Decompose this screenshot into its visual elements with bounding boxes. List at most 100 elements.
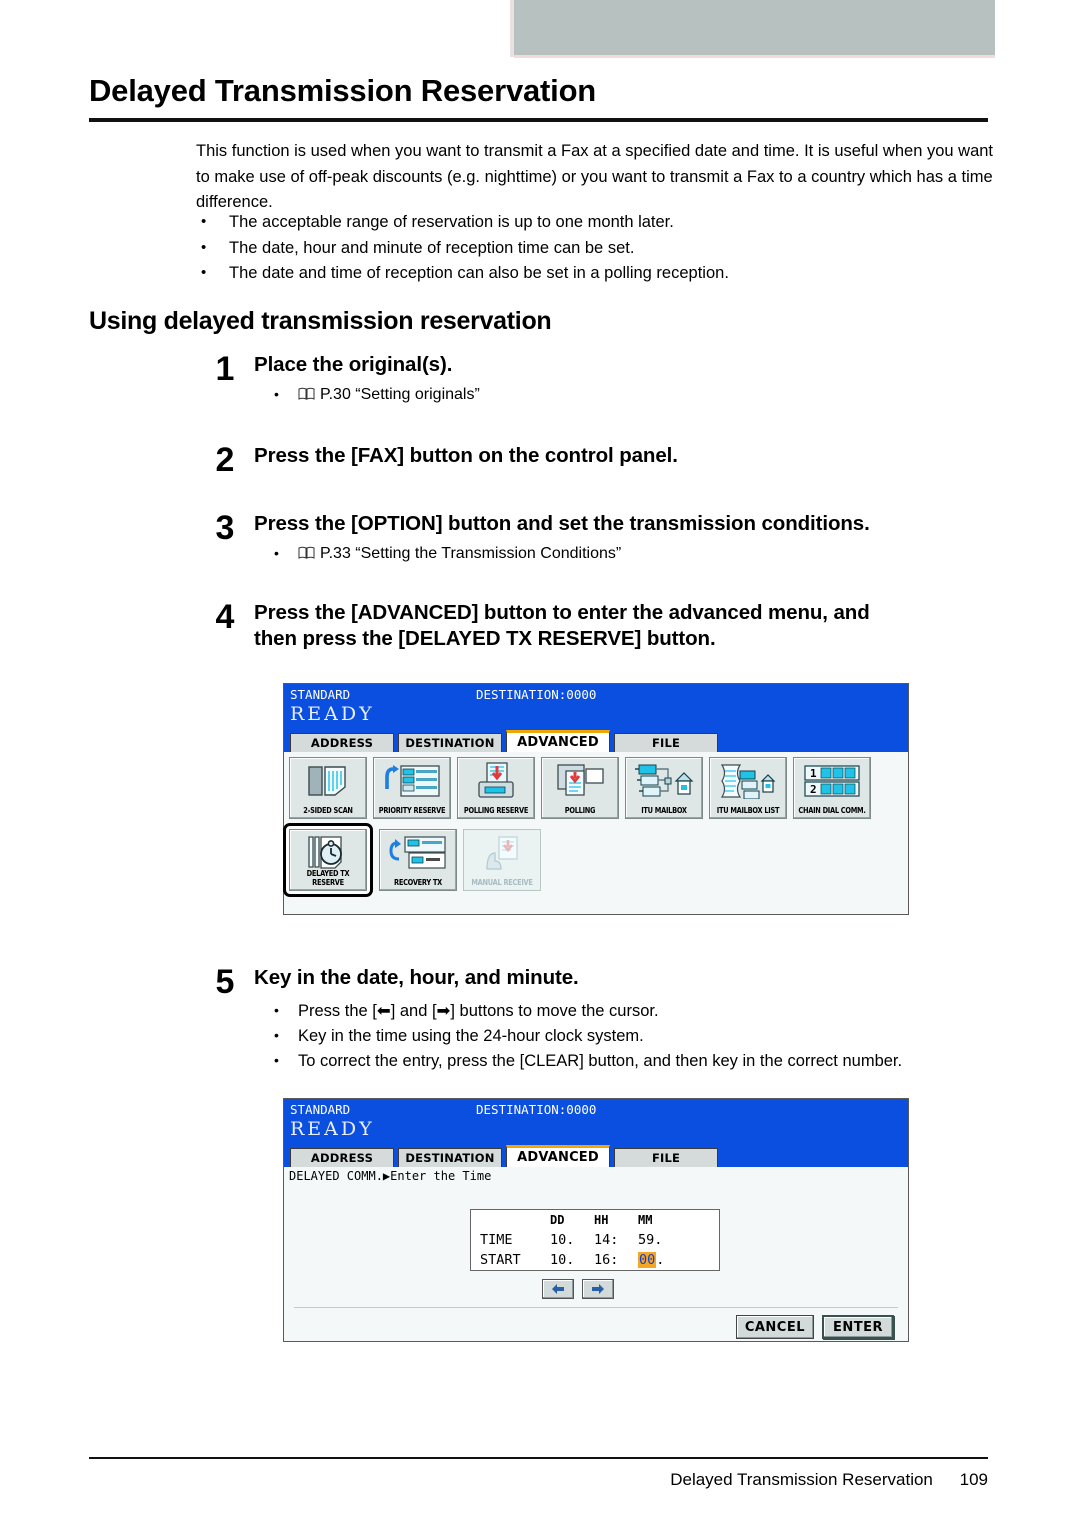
delayed-tx-reserve-icon [290, 833, 366, 873]
intro-bullet-list: The acceptable range of reservation is u… [196, 209, 996, 287]
button-two-sided-scan[interactable]: 2-SIDED SCAN [289, 757, 367, 819]
polling-reserve-icon [458, 761, 534, 801]
svg-text:1: 1 [810, 767, 817, 780]
step-reference: P.30 “Setting originals” [270, 383, 998, 406]
row-label-start: START [480, 1252, 521, 1268]
intro-bullet: The acceptable range of reservation is u… [196, 209, 996, 236]
button-itu-mailbox[interactable]: ITU MAILBOX [625, 757, 703, 819]
header-hh: HH [594, 1213, 609, 1227]
advanced-icon-grid: 2-SIDED SCAN PRIORITY RESERVE POLLING RE… [283, 752, 908, 914]
step-number: 5 [215, 963, 235, 1001]
time-hh-value: 14: [594, 1232, 619, 1248]
cursor-right-button[interactable] [582, 1279, 614, 1299]
chain-dial-comm-icon: 1 2 [794, 761, 870, 801]
breadcrumb-root: DELAYED COMM. [289, 1169, 383, 1183]
top-banner [514, 0, 995, 55]
start-mm-field[interactable]: 00. [638, 1252, 682, 1268]
start-mm-value-selected[interactable]: 00 [638, 1252, 657, 1268]
cursor-left-button[interactable] [542, 1279, 574, 1299]
start-dd-field[interactable]: 10. [550, 1252, 594, 1268]
tab-address[interactable]: ADDRESS [290, 1148, 394, 1167]
tab-file[interactable]: FILE [614, 1148, 718, 1167]
banner-underline [514, 55, 995, 58]
step-title: Press the [FAX] button on the control pa… [254, 444, 678, 467]
cancel-button[interactable]: CANCEL [735, 1315, 814, 1339]
step-number: 1 [215, 350, 235, 388]
tab-address[interactable]: ADDRESS [290, 733, 394, 752]
time-mm-value: 59. [638, 1232, 663, 1248]
section-heading: Using delayed transmission reservation [89, 307, 552, 335]
step-3: 3 Press the [OPTION] button and set the … [208, 511, 998, 565]
title-rule [89, 118, 988, 122]
polling-icon [542, 761, 618, 801]
step-reference-text: P.30 “Setting originals” [320, 386, 480, 403]
button-itu-mailbox-list[interactable]: ITU MAILBOX LIST [709, 757, 787, 819]
manual-page: Delayed Transmission Reservation This fu… [0, 0, 1080, 1526]
button-label: ITU MAILBOX LIST [716, 806, 780, 815]
step-bullet: Press the [⬅] and [➡] buttons to move th… [270, 998, 998, 1024]
footer: Delayed Transmission Reservation 109 [89, 1470, 988, 1490]
time-row-current: TIME 10. 14: 59. [471, 1230, 719, 1250]
lcd-tab-bar: ADDRESS DESTINATION ADVANCED FILE [290, 730, 718, 752]
lcd-tab-bar: ADDRESS DESTINATION ADVANCED FILE [290, 1145, 718, 1167]
button-polling[interactable]: POLLING [541, 757, 619, 819]
button-priority-reserve[interactable]: PRIORITY RESERVE [373, 757, 451, 819]
button-label: RECOVERY TX [394, 878, 442, 887]
arrow-left-icon [552, 1284, 564, 1294]
icon-row-1: 2-SIDED SCAN PRIORITY RESERVE POLLING RE… [289, 757, 903, 819]
button-delayed-tx-reserve[interactable]: DELAYED TX RESERVE [289, 829, 367, 891]
step-title: Press the [ADVANCED] button to enter the… [254, 600, 998, 652]
start-hh-field[interactable]: 16: [594, 1252, 638, 1268]
icon-row-2: DELAYED TX RESERVE RECOVERY TX MANUAL RE… [283, 823, 903, 897]
breadcrumb-leaf: Enter the Time [390, 1169, 492, 1183]
step-reference: P.33 “Setting the Transmission Condition… [270, 542, 998, 565]
step-title-line2: then press the [DELAYED TX RESERVE] butt… [254, 627, 716, 650]
button-manual-receive[interactable]: MANUAL RECEIVE [463, 829, 541, 891]
footer-title: Delayed Transmission Reservation [670, 1470, 933, 1489]
step-reference-text: P.33 “Setting the Transmission Condition… [320, 545, 622, 562]
lcd-header: STANDARD DESTINATION:0000 READY ADDRESS … [284, 1099, 908, 1167]
time-entry-form: DD HH MM TIME 10. 14: 59. START 10. 16: … [284, 1183, 908, 1341]
tab-advanced[interactable]: ADVANCED [506, 1145, 610, 1167]
recovery-tx-icon [380, 833, 456, 873]
time-row-start[interactable]: START 10. 16: 00. [471, 1250, 719, 1270]
itu-mailbox-icon [626, 761, 702, 801]
priority-reserve-icon [374, 761, 450, 801]
button-label: POLLING [564, 806, 596, 815]
intro-bullet: The date and time of reception can also … [196, 260, 996, 287]
book-icon [298, 544, 315, 559]
lcd-status-text: STANDARD [290, 1102, 351, 1117]
lcd-advanced-panel: STANDARD DESTINATION:0000 READY ADDRESS … [283, 683, 909, 915]
step-1: 1 Place the original(s). P.30 “Setting o… [208, 352, 998, 406]
step-title: Place the original(s). [254, 353, 453, 376]
row-label-time: TIME [480, 1232, 513, 1248]
manual-receive-icon [464, 833, 540, 873]
button-polling-reserve[interactable]: POLLING RESERVE [457, 757, 535, 819]
tab-file[interactable]: FILE [614, 733, 718, 752]
step-number: 4 [215, 598, 235, 636]
form-separator [294, 1307, 898, 1308]
step-number: 2 [215, 441, 235, 479]
time-table: DD HH MM TIME 10. 14: 59. START 10. 16: … [470, 1209, 720, 1271]
tab-advanced[interactable]: ADVANCED [506, 730, 610, 752]
footer-page-number: 109 [959, 1470, 988, 1489]
button-label: POLLING RESERVE [463, 806, 529, 815]
tab-destination[interactable]: DESTINATION [398, 1148, 502, 1167]
button-label: 2-SIDED SCAN [303, 806, 353, 815]
button-recovery-tx[interactable]: RECOVERY TX [379, 829, 457, 891]
step-5: 5 Key in the date, hour, and minute. Pre… [208, 965, 998, 1074]
tab-destination[interactable]: DESTINATION [398, 733, 502, 752]
time-dd-value: 10. [550, 1232, 575, 1248]
button-label: PRIORITY RESERVE [378, 806, 446, 815]
arrow-right-icon [592, 1284, 604, 1294]
form-action-buttons: CANCEL ENTER [735, 1315, 894, 1339]
step-number: 3 [215, 509, 235, 547]
intro-bullet: The date, hour and minute of reception t… [196, 235, 996, 262]
button-chain-dial-comm[interactable]: 1 2 CHAIN DIAL COMM. [793, 757, 871, 819]
svg-text:2: 2 [810, 783, 817, 796]
step-4: 4 Press the [ADVANCED] button to enter t… [208, 600, 998, 652]
step-bullet: To correct the entry, press the [CLEAR] … [270, 1048, 998, 1074]
page-title: Delayed Transmission Reservation [89, 73, 597, 108]
enter-button[interactable]: ENTER [822, 1315, 894, 1339]
step-title: Press the [OPTION] button and set the tr… [254, 512, 870, 535]
